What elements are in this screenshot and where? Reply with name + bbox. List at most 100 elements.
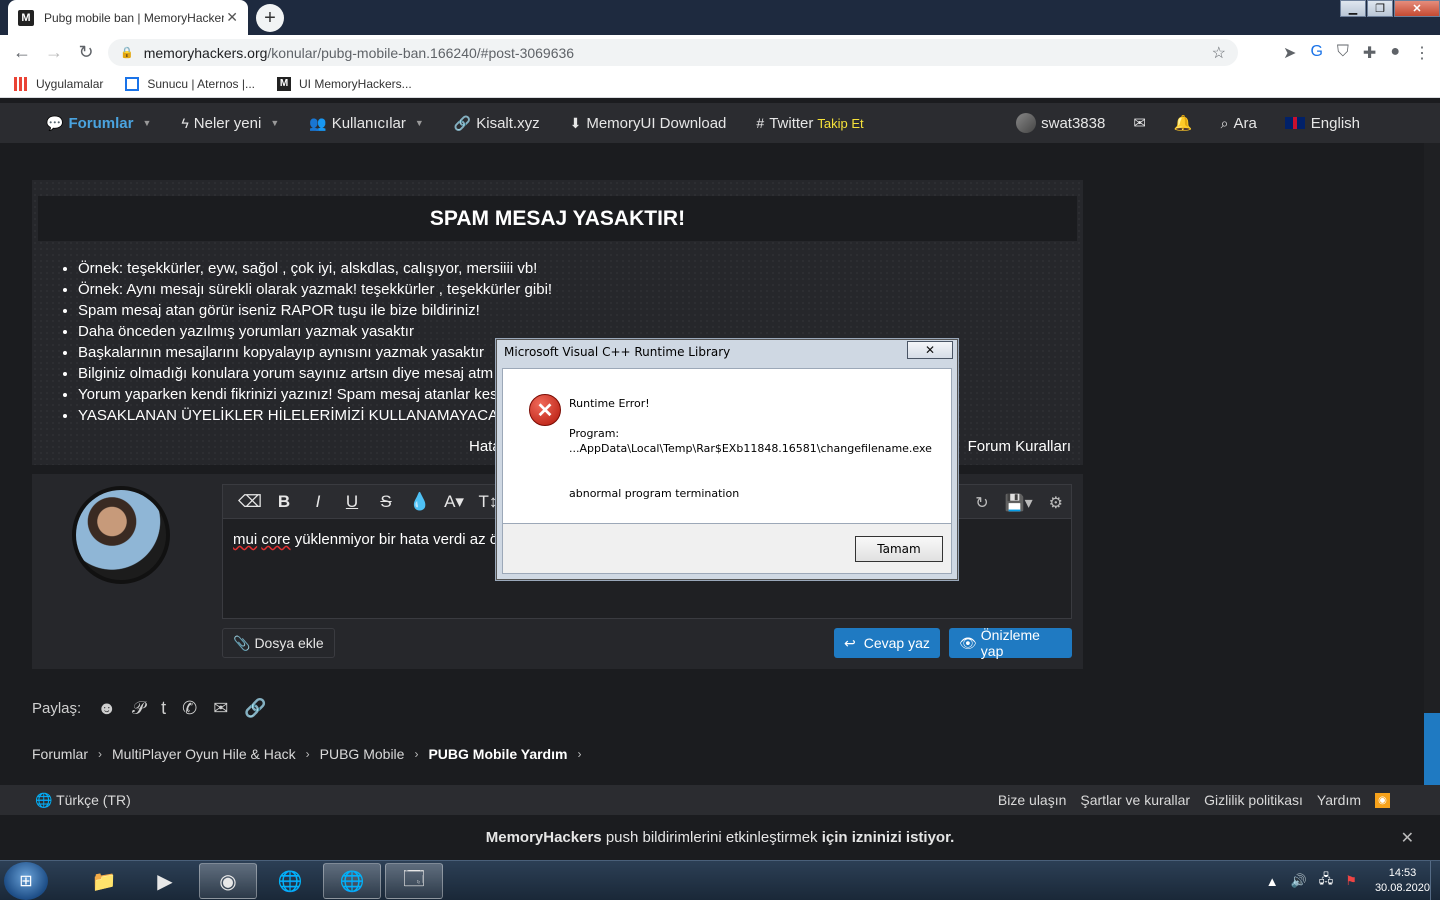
- breadcrumb-item[interactable]: PUBG Mobile Yardım: [428, 746, 567, 762]
- volume-icon[interactable]: 🔊: [1291, 873, 1307, 889]
- translate-icon[interactable]: G: [1310, 43, 1322, 63]
- footer-link-terms[interactable]: Şartlar ve kurallar: [1080, 792, 1190, 808]
- save-draft-icon[interactable]: 💾▾: [1005, 493, 1033, 513]
- tumblr-icon[interactable]: t: [161, 698, 166, 719]
- minimize-button[interactable]: ▁: [1340, 0, 1366, 17]
- profile-icon[interactable]: ●: [1390, 43, 1400, 63]
- user-avatar-large[interactable]: [72, 486, 170, 584]
- footer-link-help[interactable]: Yardım: [1317, 792, 1361, 808]
- show-hidden-icons-icon[interactable]: ▲: [1266, 874, 1279, 889]
- nav-whats-new[interactable]: ϟ Neler yeni ▼: [181, 115, 279, 132]
- breadcrumb-item[interactable]: PUBG Mobile: [320, 746, 405, 762]
- dialog-title: Microsoft Visual C++ Runtime Library: [504, 345, 731, 359]
- nav-members[interactable]: 👥 Kullanıcılar ▼: [309, 115, 424, 132]
- ok-button[interactable]: Tamam: [855, 536, 943, 562]
- bookmark-star-icon[interactable]: ☆: [1212, 43, 1226, 63]
- underline-icon[interactable]: U: [335, 492, 369, 512]
- forward-icon[interactable]: →: [38, 42, 70, 63]
- font-size-icon[interactable]: A▾: [437, 492, 471, 512]
- new-tab-button[interactable]: +: [256, 4, 284, 32]
- bell-icon: 🔔: [1173, 115, 1193, 132]
- strikethrough-icon[interactable]: S: [369, 492, 403, 512]
- italic-icon[interactable]: I: [301, 492, 335, 512]
- rss-icon[interactable]: ◉: [1375, 792, 1390, 808]
- error-window-taskbar-icon[interactable]: 🗔: [385, 863, 443, 899]
- breadcrumb-item[interactable]: MultiPlayer Oyun Hile & Hack: [112, 746, 296, 762]
- menu-kebab-icon[interactable]: ⋮: [1414, 43, 1430, 63]
- redo-icon[interactable]: ↻: [975, 493, 988, 513]
- link-icon[interactable]: 🔗: [244, 698, 266, 719]
- page-scrollbar[interactable]: [1424, 143, 1440, 785]
- site-favicon-icon: M: [18, 9, 34, 26]
- notice-title: SPAM MESAJ YASAKTIR!: [38, 196, 1077, 241]
- reload-icon[interactable]: ↻: [70, 42, 102, 63]
- restore-button[interactable]: ❐: [1367, 0, 1393, 17]
- rule-item: YASAKLANAN ÜYELİKLER HİLELERİMİZİ KULLAN…: [78, 405, 552, 426]
- footer-link-privacy[interactable]: Gizlilik politikası: [1204, 792, 1303, 808]
- chrome-taskbar-icon[interactable]: ◉: [199, 863, 257, 899]
- bookmark-apps[interactable]: Uygulamalar: [14, 76, 103, 91]
- chevron-right-icon: ›: [414, 747, 419, 761]
- nav-label: Ara: [1233, 114, 1257, 132]
- nav-shortlink[interactable]: 🔗 Kisalt.xyz: [454, 115, 540, 132]
- gear-icon[interactable]: ⚙: [1049, 493, 1063, 513]
- uk-flag-icon: [1284, 117, 1305, 129]
- close-icon[interactable]: ✕: [1401, 828, 1414, 848]
- bold-icon[interactable]: B: [267, 492, 301, 512]
- nav-twitter[interactable]: # Twitter Takip Et: [756, 115, 863, 132]
- breadcrumb-item[interactable]: Forumlar: [32, 746, 88, 762]
- shield-extension-icon[interactable]: ⛉: [1337, 43, 1349, 63]
- whatsapp-icon[interactable]: ✆: [182, 698, 197, 719]
- bookmark-memoryhackers[interactable]: M UI MemoryHackers...: [277, 76, 412, 91]
- dialog-close-button[interactable]: ✕: [907, 341, 953, 359]
- show-desktop-button[interactable]: [1430, 861, 1440, 900]
- scrollbar-thumb[interactable]: [1424, 713, 1440, 785]
- media-player-taskbar-icon[interactable]: ▶: [136, 863, 194, 899]
- app-taskbar-icon[interactable]: 🌐: [261, 863, 319, 899]
- color-drop-icon[interactable]: 💧: [403, 492, 437, 512]
- nav-label: Kisalt.xyz: [476, 114, 540, 132]
- explorer-taskbar-icon[interactable]: 📁: [75, 863, 133, 899]
- puzzle-extensions-icon[interactable]: ✚: [1363, 43, 1376, 63]
- send-tab-icon[interactable]: ➤: [1283, 43, 1296, 63]
- action-center-icon[interactable]: ⚑: [1345, 873, 1357, 889]
- bookmark-aternos[interactable]: Sunucu | Aternos |...: [125, 76, 255, 91]
- twitter-follow-label: Takip Et: [817, 115, 864, 131]
- pinterest-icon[interactable]: 𝒫: [132, 698, 145, 719]
- forum-rules-link[interactable]: Forum Kuralları: [968, 438, 1071, 455]
- chevron-down-icon[interactable]: ▼: [415, 118, 424, 128]
- nav-forums[interactable]: 💬 Forumlar ▼: [46, 115, 151, 132]
- address-bar[interactable]: 🔒 memoryhackers.org /konular/pubg-mobile…: [108, 39, 1238, 66]
- back-icon[interactable]: ←: [6, 42, 38, 63]
- nav-label: Neler yeni: [193, 114, 262, 132]
- eraser-icon[interactable]: ⌫: [233, 492, 267, 512]
- language-chooser[interactable]: 🌐 Türkçe (TR): [35, 792, 131, 809]
- chevron-down-icon[interactable]: ▼: [142, 118, 151, 128]
- reddit-icon[interactable]: ☻: [97, 698, 116, 719]
- window-close-button[interactable]: ✕: [1394, 0, 1440, 17]
- nav-user[interactable]: swat3838: [1016, 113, 1105, 133]
- network-icon[interactable]: 🖧: [1319, 870, 1334, 892]
- app-taskbar-icon[interactable]: 🌐: [323, 863, 381, 899]
- button-label: Önizleme yap: [980, 627, 1040, 659]
- nav-language[interactable]: English: [1284, 114, 1360, 132]
- dialog-footer: Tamam: [502, 524, 952, 574]
- chevron-down-icon[interactable]: ▼: [270, 118, 279, 128]
- attach-file-button[interactable]: 📎 Dosya ekle: [222, 628, 335, 658]
- preview-button[interactable]: 👁 Önizleme yap: [949, 627, 1072, 659]
- nav-inbox[interactable]: ✉: [1133, 114, 1146, 132]
- avatar-photo: [76, 490, 166, 580]
- system-clock[interactable]: 14:53 30.08.2020: [1375, 866, 1430, 896]
- nav-alerts[interactable]: 🔔: [1174, 114, 1193, 132]
- chevron-right-icon: ›: [577, 747, 582, 761]
- email-icon[interactable]: ✉: [213, 698, 228, 719]
- nav-search[interactable]: ⌕ Ara: [1221, 115, 1257, 132]
- push-brand: MemoryHackers: [485, 829, 602, 846]
- reply-button[interactable]: ↩ Cevap yaz: [834, 628, 940, 658]
- browser-tab-active[interactable]: M Pubg mobile ban | MemoryHackers ✕: [8, 0, 248, 35]
- footer-link-contact[interactable]: Bize ulaşın: [998, 792, 1066, 808]
- start-button[interactable]: ⊞: [4, 862, 48, 900]
- nav-download[interactable]: ⬇ MemoryUI Download: [570, 115, 727, 132]
- nav-label: English: [1310, 114, 1360, 132]
- tab-close-icon[interactable]: ✕: [226, 9, 238, 26]
